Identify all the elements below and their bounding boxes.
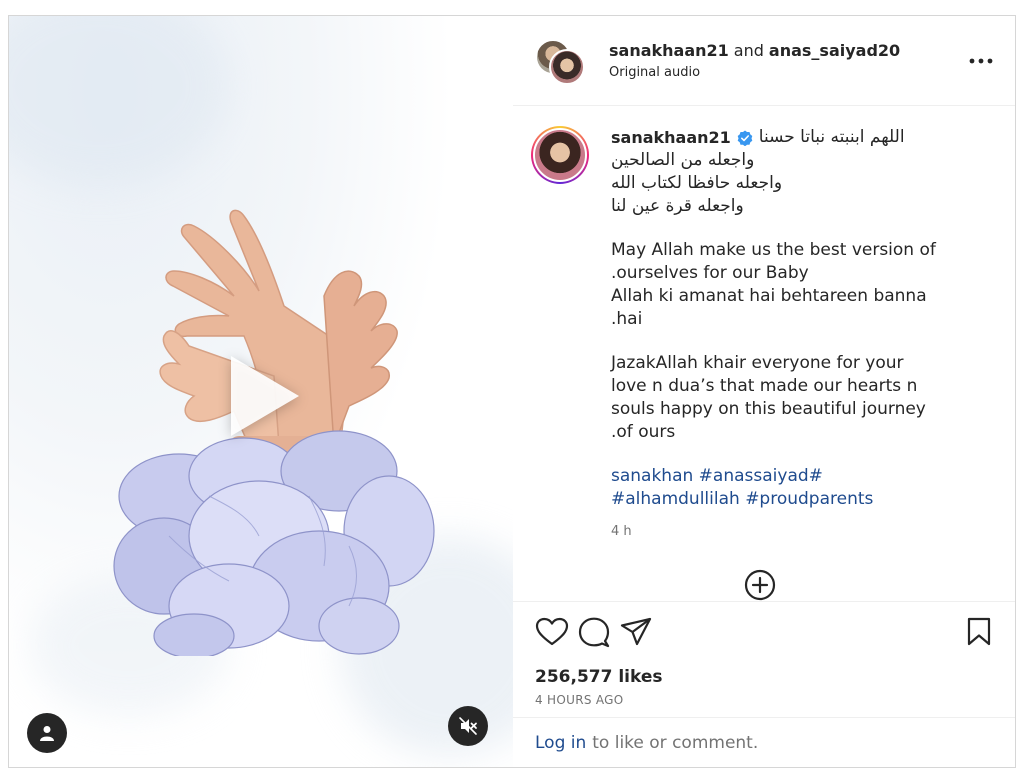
caption-arabic-line: واجعله من الصالحين bbox=[611, 150, 755, 170]
caption-username[interactable]: sanakhaan21 bbox=[611, 126, 731, 149]
caption-paragraph: JazakAllah khair everyone for your love … bbox=[611, 352, 991, 444]
login-prompt: Log in to like or comment. bbox=[513, 717, 1015, 767]
caption-area: sanakhaan21 اللهم ابنبته نباتا حسنا واجع… bbox=[513, 106, 1015, 601]
load-more-comments-button[interactable] bbox=[743, 568, 777, 602]
background-wash bbox=[9, 16, 229, 186]
video-player[interactable] bbox=[9, 16, 513, 767]
collab-title: sanakhaan21 and anas_saiyad20 bbox=[609, 41, 965, 60]
mute-toggle-button[interactable] bbox=[448, 706, 488, 746]
heart-icon bbox=[535, 617, 569, 645]
author-link[interactable]: sanakhaan21 bbox=[609, 41, 729, 60]
mute-icon bbox=[459, 717, 477, 735]
caption-paragraph: May Allah make us the best version of .o… bbox=[611, 239, 991, 331]
hashtag-line[interactable]: #alhamdullilah #proudparents bbox=[611, 488, 991, 511]
hashtag-line[interactable]: sanakhan #anassaiyad# bbox=[611, 465, 991, 488]
share-button[interactable] bbox=[619, 614, 661, 650]
caption-line: May Allah make us the best version of bbox=[611, 240, 936, 260]
caption-first-line: sanakhaan21 اللهم ابنبته نباتا حسنا bbox=[611, 126, 991, 149]
more-icon bbox=[969, 58, 993, 63]
play-button[interactable] bbox=[209, 346, 309, 446]
caption-line: souls happy on this beautiful journey bbox=[611, 399, 926, 419]
like-count[interactable]: 256,577 likes bbox=[535, 667, 993, 687]
post-age[interactable]: 4 HOURS AGO bbox=[535, 693, 993, 707]
post-header: sanakhaan21 and anas_saiyad20 Original a… bbox=[513, 16, 1015, 106]
caption-text: sanakhaan21 اللهم ابنبته نباتا حسنا واجع… bbox=[611, 126, 991, 543]
coauthor-link[interactable]: anas_saiyad20 bbox=[769, 41, 900, 60]
audio-link[interactable]: Original audio bbox=[609, 65, 965, 80]
action-bar bbox=[513, 601, 1015, 661]
caption-line: .ourselves for our Baby bbox=[611, 263, 809, 283]
and-text: and bbox=[733, 41, 764, 60]
play-icon bbox=[231, 356, 299, 436]
login-link[interactable]: Log in bbox=[535, 733, 586, 753]
story-ring-avatar[interactable] bbox=[531, 126, 589, 184]
avatar bbox=[533, 128, 587, 182]
login-text: to like or comment. bbox=[592, 732, 759, 753]
add-comment-icon bbox=[744, 569, 776, 601]
caption-line: love n dua’s that made our hearts n bbox=[611, 376, 918, 396]
collab-avatars[interactable] bbox=[535, 38, 591, 85]
likes-section: 256,577 likes 4 HOURS AGO bbox=[513, 661, 1015, 717]
user-icon bbox=[40, 726, 54, 741]
like-button[interactable] bbox=[535, 614, 577, 650]
caption-arabic-line: اللهم ابنبته نباتا حسنا bbox=[758, 127, 905, 147]
caption-line: .hai bbox=[611, 309, 643, 329]
caption-timestamp[interactable]: 4 h bbox=[611, 520, 991, 543]
share-icon bbox=[620, 617, 652, 645]
comment-icon bbox=[578, 617, 610, 647]
tagged-users-button[interactable] bbox=[27, 713, 67, 753]
post-dialog: sanakhaan21 and anas_saiyad20 Original a… bbox=[8, 15, 1016, 768]
caption-arabic-line: واجعله حافظا لكتاب الله bbox=[611, 173, 783, 193]
bookmark-icon bbox=[967, 617, 991, 645]
caption-arabic-line: واجعله قرة عين لنا bbox=[611, 196, 744, 216]
caption-line: .of ours bbox=[611, 422, 676, 442]
save-button[interactable] bbox=[951, 614, 993, 650]
comment-button[interactable] bbox=[577, 614, 619, 650]
caption: sanakhaan21 اللهم ابنبته نباتا حسنا واجع… bbox=[531, 126, 997, 543]
hashtags: sanakhan #anassaiyad# #alhamdullilah #pr… bbox=[611, 465, 991, 511]
verified-icon bbox=[737, 130, 753, 146]
caption-line: JazakAllah khair everyone for your bbox=[611, 353, 904, 373]
header-text: sanakhaan21 and anas_saiyad20 Original a… bbox=[609, 41, 965, 80]
caption-line: Allah ki amanat hai behtareen banna bbox=[611, 286, 927, 306]
more-options-button[interactable] bbox=[965, 45, 997, 77]
post-sidebar: sanakhaan21 and anas_saiyad20 Original a… bbox=[513, 16, 1015, 767]
avatar[interactable] bbox=[549, 48, 585, 85]
